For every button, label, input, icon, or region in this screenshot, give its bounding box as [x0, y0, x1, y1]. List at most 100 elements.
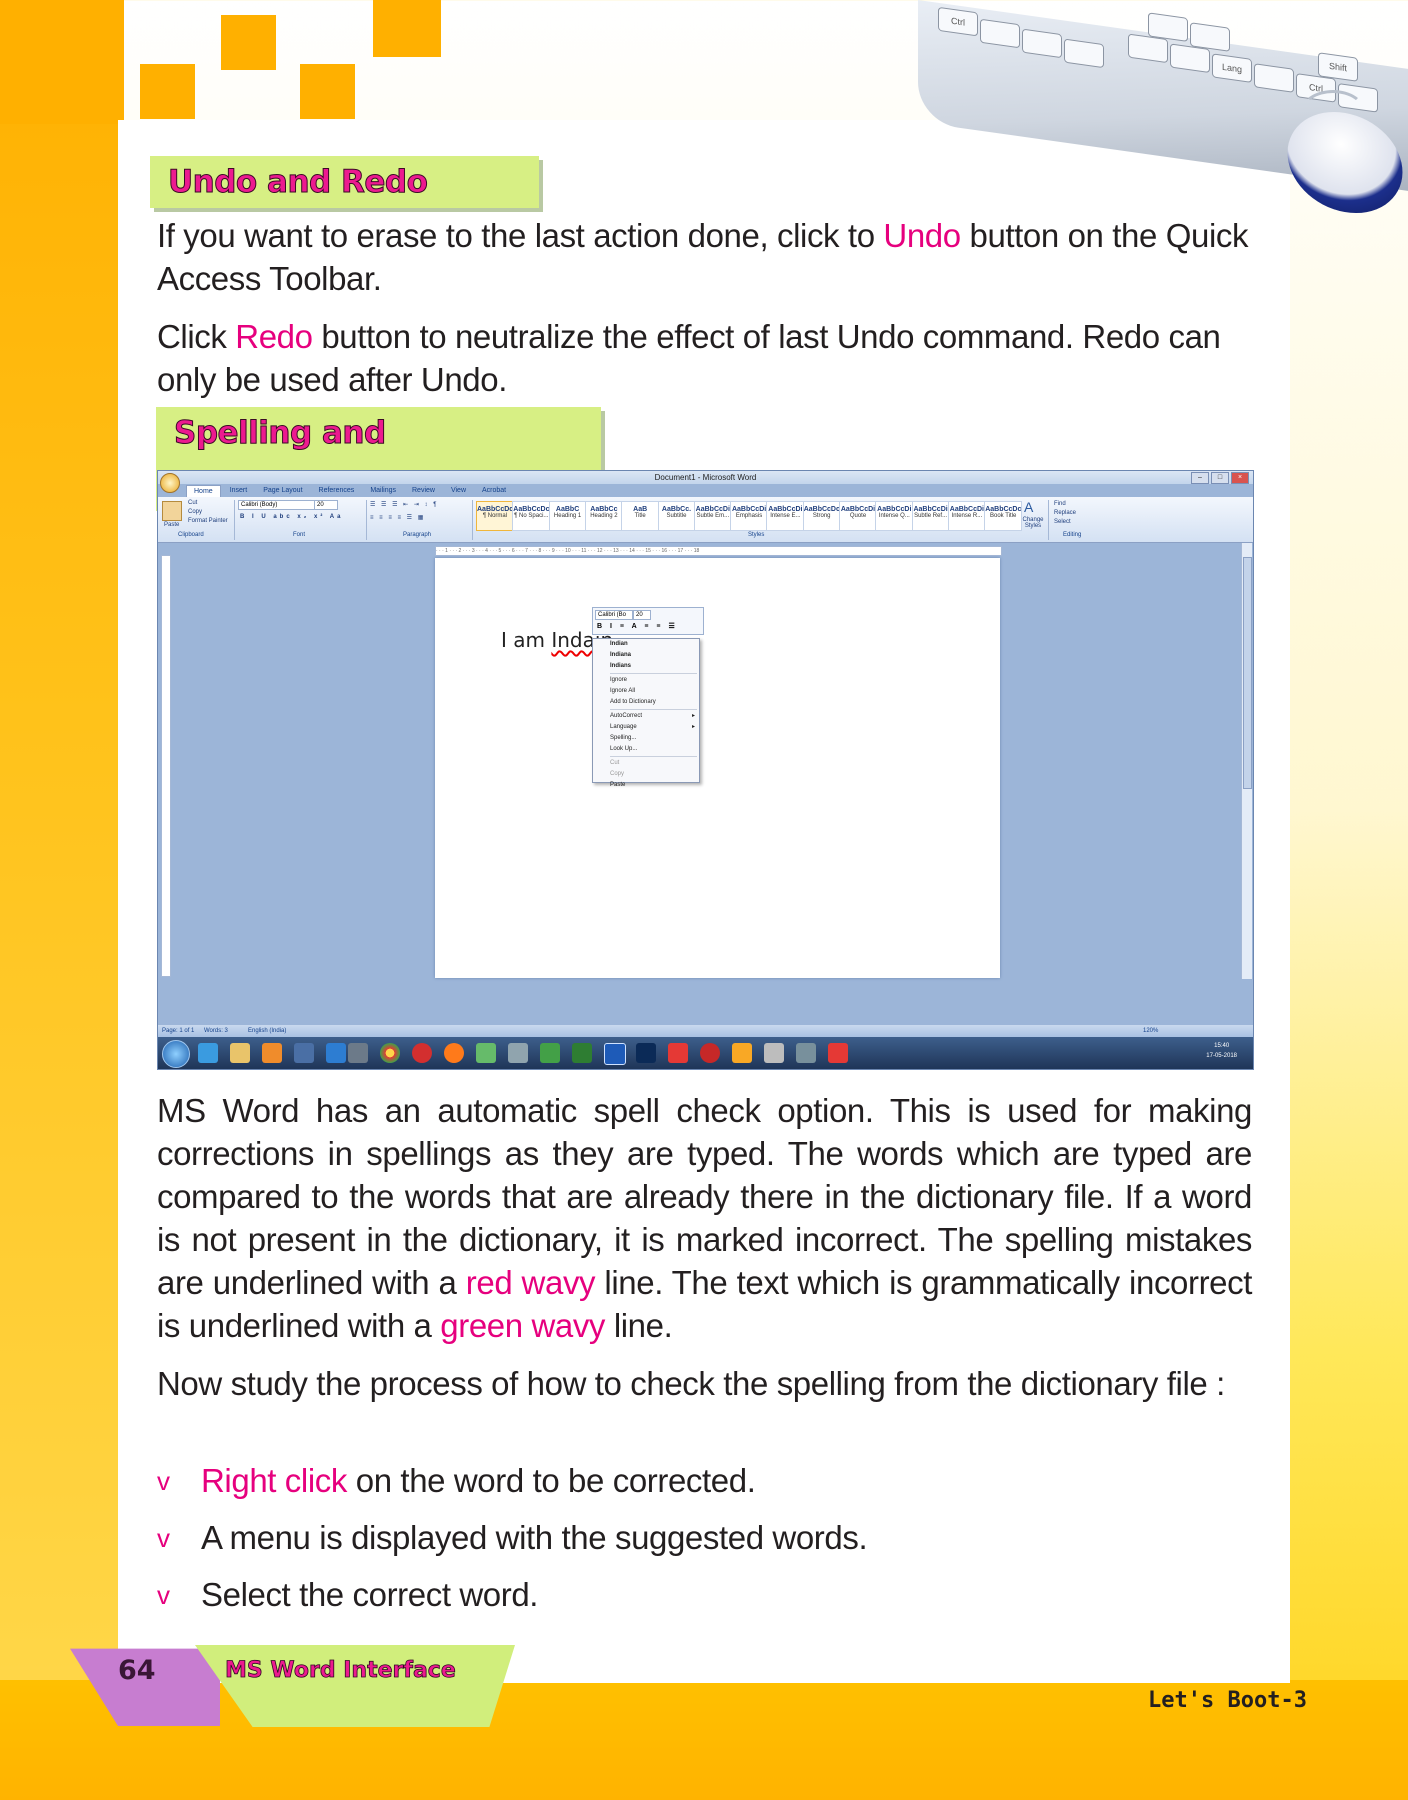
- style-option[interactable]: AaBbCc. Subtitle: [657, 501, 696, 531]
- acrobat-icon[interactable]: [668, 1043, 688, 1063]
- text: on the word to be corrected.: [346, 1462, 756, 1499]
- app-icon[interactable]: [732, 1043, 752, 1063]
- format-painter-button[interactable]: Format Painter: [188, 518, 228, 524]
- style-option[interactable]: AaBbCcDi Emphasis: [730, 501, 769, 531]
- firefox-icon[interactable]: [444, 1043, 464, 1063]
- tab-acrobat[interactable]: Acrobat: [475, 485, 513, 497]
- excel-icon[interactable]: [572, 1043, 592, 1063]
- menu-item-autocorrect[interactable]: AutoCorrect ▸: [593, 711, 699, 722]
- font-size-select[interactable]: 20: [314, 500, 338, 510]
- tab-mailings[interactable]: Mailings: [363, 485, 403, 497]
- app-icon[interactable]: [540, 1043, 560, 1063]
- style-option[interactable]: AaBbCcDc ¶ No Spaci...: [512, 501, 551, 531]
- group-label-styles: Styles: [748, 532, 765, 538]
- mini-format-buttons[interactable]: B I ≡ A ≡ ≡ ☰: [597, 622, 678, 630]
- style-option[interactable]: AaBbCcDi Intense E...: [766, 501, 805, 531]
- style-option[interactable]: AaBbCcDc Strong: [802, 501, 841, 531]
- style-option[interactable]: AaBbCcDi Intense R...: [947, 501, 986, 531]
- align-buttons[interactable]: ≡ ≡ ≡ ≡ ☰ ▦: [370, 514, 425, 521]
- close-icon[interactable]: ×: [1231, 472, 1249, 484]
- photoshop-icon[interactable]: [636, 1043, 656, 1063]
- tab-review[interactable]: Review: [405, 485, 442, 497]
- tab-insert[interactable]: Insert: [223, 485, 255, 497]
- app-icon[interactable]: [796, 1043, 816, 1063]
- taskbar: 15:40 17-05-2018: [158, 1037, 1253, 1069]
- zoom-level[interactable]: 120%: [1143, 1025, 1158, 1037]
- menu-item-spelling[interactable]: Spelling...: [593, 733, 699, 744]
- menu-item-suggestion[interactable]: Indian: [593, 639, 699, 650]
- clock-date: 17-05-2018: [1206, 1053, 1237, 1059]
- horizontal-ruler[interactable]: · · · 1 · · · 2 · · · 3 · · · 4 · · · 5 …: [435, 546, 1002, 556]
- chapter-title: MS Word Interface: [225, 1658, 457, 1684]
- start-button-icon[interactable]: [162, 1040, 190, 1068]
- status-words[interactable]: Words: 3: [204, 1025, 228, 1037]
- menu-item-copy[interactable]: Copy: [593, 769, 699, 780]
- style-option[interactable]: AaBbCcDi Subtle Ref...: [911, 501, 950, 531]
- minimize-icon[interactable]: –: [1191, 472, 1209, 484]
- mini-font-select[interactable]: Calibri (Bo: [595, 610, 633, 620]
- document-page[interactable]: I am Indain Calibri (Bo 20 B I ≡ A ≡ ≡ ☰…: [435, 558, 1000, 978]
- style-option[interactable]: AaBbCcDc ¶ Normal: [476, 501, 514, 531]
- status-page[interactable]: Page: 1 of 1: [162, 1025, 194, 1037]
- select-button[interactable]: Select: [1054, 519, 1071, 525]
- app-icon[interactable]: [828, 1043, 848, 1063]
- tab-references[interactable]: References: [312, 485, 362, 497]
- copy-button[interactable]: Copy: [188, 509, 202, 515]
- clock-time: 15:40: [1214, 1043, 1230, 1049]
- opera-icon[interactable]: [412, 1043, 432, 1063]
- tab-view[interactable]: View: [444, 485, 473, 497]
- style-preview: AaBbCcDi: [731, 506, 767, 513]
- paste-icon[interactable]: [162, 501, 182, 521]
- system-clock[interactable]: 15:40 17-05-2018: [1206, 1041, 1237, 1061]
- maximize-icon[interactable]: □: [1211, 472, 1229, 484]
- word-icon[interactable]: [604, 1043, 626, 1065]
- style-name: Subtitle: [666, 513, 687, 519]
- teamviewer-icon[interactable]: [326, 1043, 346, 1063]
- ie-icon[interactable]: [198, 1043, 218, 1063]
- font-format-buttons[interactable]: B I U abc x₂ x² Aa: [240, 514, 343, 520]
- app-icon[interactable]: [348, 1043, 368, 1063]
- menu-item-ignore-all[interactable]: Ignore All: [593, 686, 699, 697]
- find-button[interactable]: Find: [1054, 501, 1066, 507]
- list-buttons[interactable]: ☰ ☰ ☰ ⇤ ⇥ ↕ ¶: [370, 501, 438, 508]
- style-option[interactable]: AaB Title: [621, 501, 660, 531]
- office-button-icon[interactable]: [160, 473, 180, 493]
- status-language[interactable]: English (India): [248, 1025, 286, 1037]
- app-icon[interactable]: [508, 1043, 528, 1063]
- menu-item-add-to-dictionary[interactable]: Add to Dictionary: [593, 697, 699, 708]
- vertical-scrollbar[interactable]: [1241, 543, 1252, 979]
- style-option[interactable]: AaBbC Heading 1: [548, 501, 587, 531]
- menu-item-look-up[interactable]: Look Up...: [593, 744, 699, 755]
- style-option[interactable]: AaBbCcDi Intense Q...: [875, 501, 914, 531]
- menu-item-cut[interactable]: Cut: [593, 758, 699, 769]
- style-name: Quote: [849, 513, 867, 519]
- style-option[interactable]: AaBbCcDc Book Title: [984, 501, 1023, 531]
- chrome-icon[interactable]: [380, 1043, 400, 1063]
- mini-size-select[interactable]: 20: [633, 610, 651, 620]
- folder-icon[interactable]: [230, 1043, 250, 1063]
- tab-page-layout[interactable]: Page Layout: [256, 485, 309, 497]
- menu-item-paste[interactable]: Paste: [593, 780, 699, 791]
- font-name-select[interactable]: Calibri (Body): [238, 500, 316, 510]
- app-icon[interactable]: [764, 1043, 784, 1063]
- menu-item-suggestion[interactable]: Indians: [593, 661, 699, 672]
- menu-item-language[interactable]: Language ▸: [593, 722, 699, 733]
- change-styles-icon[interactable]: A: [1024, 499, 1033, 515]
- list-item: v Right click on the word to be corrected…: [157, 1460, 1252, 1502]
- style-option[interactable]: AaBbCcDi Quote: [839, 501, 877, 531]
- group-label-editing: Editing: [1063, 532, 1082, 538]
- style-option[interactable]: AaBbCc Heading 2: [584, 501, 623, 531]
- cut-button[interactable]: Cut: [188, 500, 197, 506]
- media-player-icon[interactable]: [262, 1043, 282, 1063]
- menu-item-suggestion[interactable]: Indiana: [593, 650, 699, 661]
- app-icon[interactable]: [476, 1043, 496, 1063]
- style-option[interactable]: AaBbCcDi Subtle Em...: [693, 501, 732, 531]
- change-styles-label[interactable]: Change Styles: [1020, 517, 1046, 529]
- app-icon[interactable]: [700, 1043, 720, 1063]
- scroll-thumb[interactable]: [1243, 557, 1252, 789]
- replace-button[interactable]: Replace: [1054, 510, 1076, 516]
- app-icon[interactable]: [294, 1043, 314, 1063]
- vertical-ruler[interactable]: [161, 555, 171, 977]
- tab-home[interactable]: Home: [186, 485, 221, 497]
- menu-item-ignore[interactable]: Ignore: [593, 675, 699, 686]
